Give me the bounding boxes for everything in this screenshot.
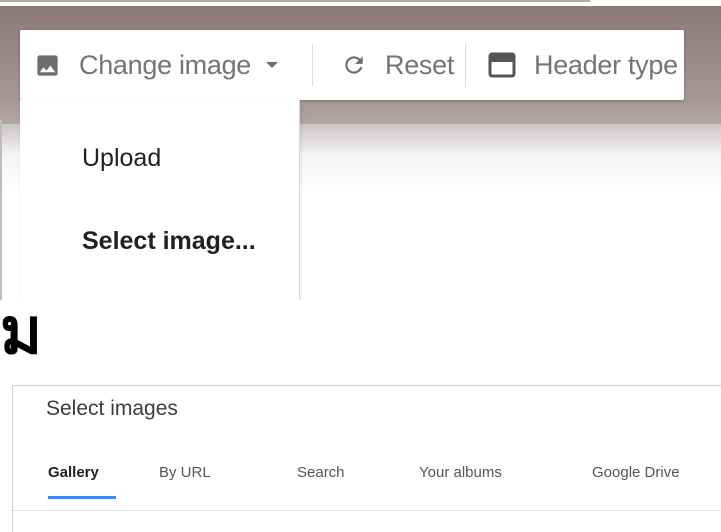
- tab-by-url[interactable]: By URL: [159, 464, 211, 481]
- header-type-button[interactable]: Header type: [466, 30, 678, 100]
- tab-your-albums[interactable]: Your albums: [419, 464, 502, 481]
- left-border-line: [0, 120, 2, 300]
- header-type-label: Header type: [534, 49, 678, 80]
- tab-google-drive[interactable]: Google Drive: [592, 464, 680, 481]
- tab-gallery[interactable]: Gallery: [48, 464, 99, 481]
- dropdown-caret-icon: [265, 60, 279, 70]
- menu-item-upload[interactable]: Upload: [82, 144, 161, 173]
- change-image-menu: Upload Select image...: [20, 100, 300, 300]
- menu-item-select-image[interactable]: Select image...: [82, 227, 256, 256]
- select-images-dialog: Select images Gallery By URL Search Your…: [12, 385, 721, 532]
- dialog-title: Select images: [46, 397, 178, 420]
- active-tab-indicator: [48, 496, 116, 499]
- header-banner: Change image Reset Header type Upload Se…: [0, 0, 721, 300]
- change-image-button[interactable]: Change image: [20, 30, 312, 100]
- reset-label: Reset: [385, 49, 455, 80]
- thai-character: ม: [0, 295, 43, 369]
- reset-button[interactable]: Reset: [313, 30, 465, 100]
- image-icon: [34, 52, 61, 79]
- header-image-toolbar: Change image Reset Header type: [20, 30, 684, 100]
- dialog-tabs: Gallery By URL Search Your albums Google…: [13, 446, 721, 506]
- tab-search[interactable]: Search: [297, 464, 345, 481]
- refresh-icon: [341, 52, 367, 78]
- screenshot-stage: Change image Reset Header type Upload Se…: [0, 0, 721, 532]
- change-image-label: Change image: [79, 49, 252, 80]
- tabs-divider: [13, 510, 721, 511]
- header-layout-icon: [488, 52, 516, 78]
- banner-top-line: [0, 0, 590, 2]
